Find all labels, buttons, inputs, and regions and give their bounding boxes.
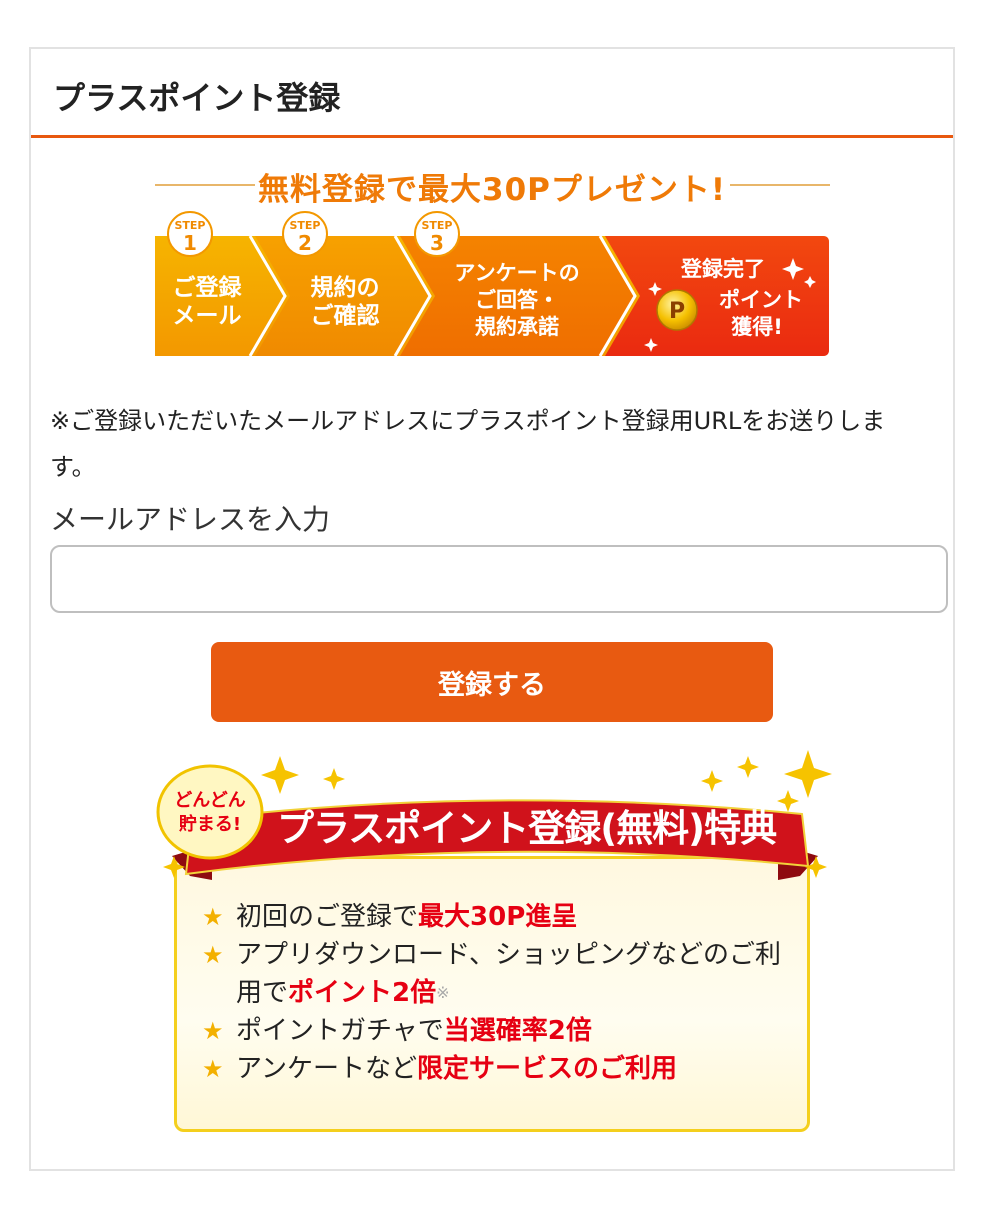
svg-text:貯まる!: 貯まる! bbox=[179, 813, 241, 835]
benefit-section: どんどん 貯まる! プラスポイント登録(無料)特典 ★ 初回のご登録で最大30P進… bbox=[152, 748, 838, 1140]
benefit-list: ★ 初回のご登録で最大30P進呈 ★ アプリダウンロード、ショッピングなどのご利用で… bbox=[202, 898, 802, 1088]
svg-text:2: 2 bbox=[298, 231, 312, 255]
register-button[interactable]: 登録する bbox=[211, 642, 773, 722]
badge-cloud: どんどん 貯まる! bbox=[156, 764, 264, 860]
step-2-label-line: ご確認 bbox=[311, 302, 380, 329]
item-highlight: 限定サービスのご利用 bbox=[416, 1054, 677, 1084]
step-3-label-line: ご回答・ bbox=[475, 288, 559, 312]
list-item: ★ ポイントガチャで当選確率2倍 bbox=[202, 1012, 802, 1050]
final-step-label-line: 登録完了 bbox=[680, 257, 765, 281]
star-icon: ★ bbox=[202, 1017, 224, 1045]
campaign-headline: 無料登録で最大30Pプレゼント! bbox=[0, 164, 984, 208]
svg-text:P: P bbox=[669, 299, 685, 324]
item-text: 初回のご登録で bbox=[236, 902, 419, 932]
list-item: ★ アンケートなど限定サービスのご利用 bbox=[202, 1050, 802, 1088]
final-step-label-line: ポイント bbox=[719, 288, 803, 312]
svg-text:3: 3 bbox=[430, 231, 444, 255]
step-2-label-line: 規約の bbox=[311, 274, 380, 301]
star-icon: ★ bbox=[202, 941, 224, 969]
step-3-badge: STEP 3 bbox=[414, 211, 460, 257]
benefit-title: プラスポイント登録(無料)特典 bbox=[277, 807, 777, 850]
registration-steps: STEP 1 STEP 2 STEP 3 ご登録 メール 規約の ご確認 アンケ… bbox=[155, 211, 829, 357]
item-text: アンケートなど bbox=[236, 1054, 417, 1084]
step-3-label-line: アンケートの bbox=[454, 261, 579, 285]
item-highlight: 最大30P進呈 bbox=[418, 902, 578, 932]
step-1-label-line: メール bbox=[173, 303, 242, 329]
list-item: ★ アプリダウンロード、ショッピングなどのご利用でポイント2倍※ bbox=[202, 936, 802, 1012]
step-3-label-line: 規約承諾 bbox=[475, 315, 559, 339]
step-1-label-line: ご登録 bbox=[173, 274, 243, 301]
item-text: ポイントガチャで bbox=[236, 1016, 444, 1046]
star-icon: ★ bbox=[202, 1055, 224, 1083]
star-icon: ★ bbox=[202, 903, 224, 931]
coin-p-icon: P bbox=[656, 289, 698, 331]
list-item: ★ 初回のご登録で最大30P進呈 bbox=[202, 898, 802, 936]
email-label: メールアドレスを入力 bbox=[50, 503, 331, 536]
card-header: プラスポイント登録 bbox=[31, 49, 953, 138]
item-highlight: ポイント2倍 bbox=[288, 978, 437, 1008]
step-1-badge: STEP 1 bbox=[167, 211, 213, 257]
notice-text: ※ご登録いただいたメールアドレスにプラスポイント登録用URLをお送りします。 bbox=[50, 407, 886, 481]
svg-text:どんどん: どんどん bbox=[174, 790, 245, 811]
headline-text: 無料登録で最大30Pプレゼント! bbox=[258, 172, 726, 208]
step-2-badge: STEP 2 bbox=[282, 211, 328, 257]
item-note-mark: ※ bbox=[436, 983, 450, 1002]
page-title: プラスポイント登録 bbox=[53, 79, 341, 117]
svg-text:1: 1 bbox=[183, 231, 197, 255]
final-step-label-line: 獲得! bbox=[731, 315, 783, 339]
email-input[interactable] bbox=[50, 545, 948, 613]
item-highlight: 当選確率2倍 bbox=[443, 1016, 592, 1046]
